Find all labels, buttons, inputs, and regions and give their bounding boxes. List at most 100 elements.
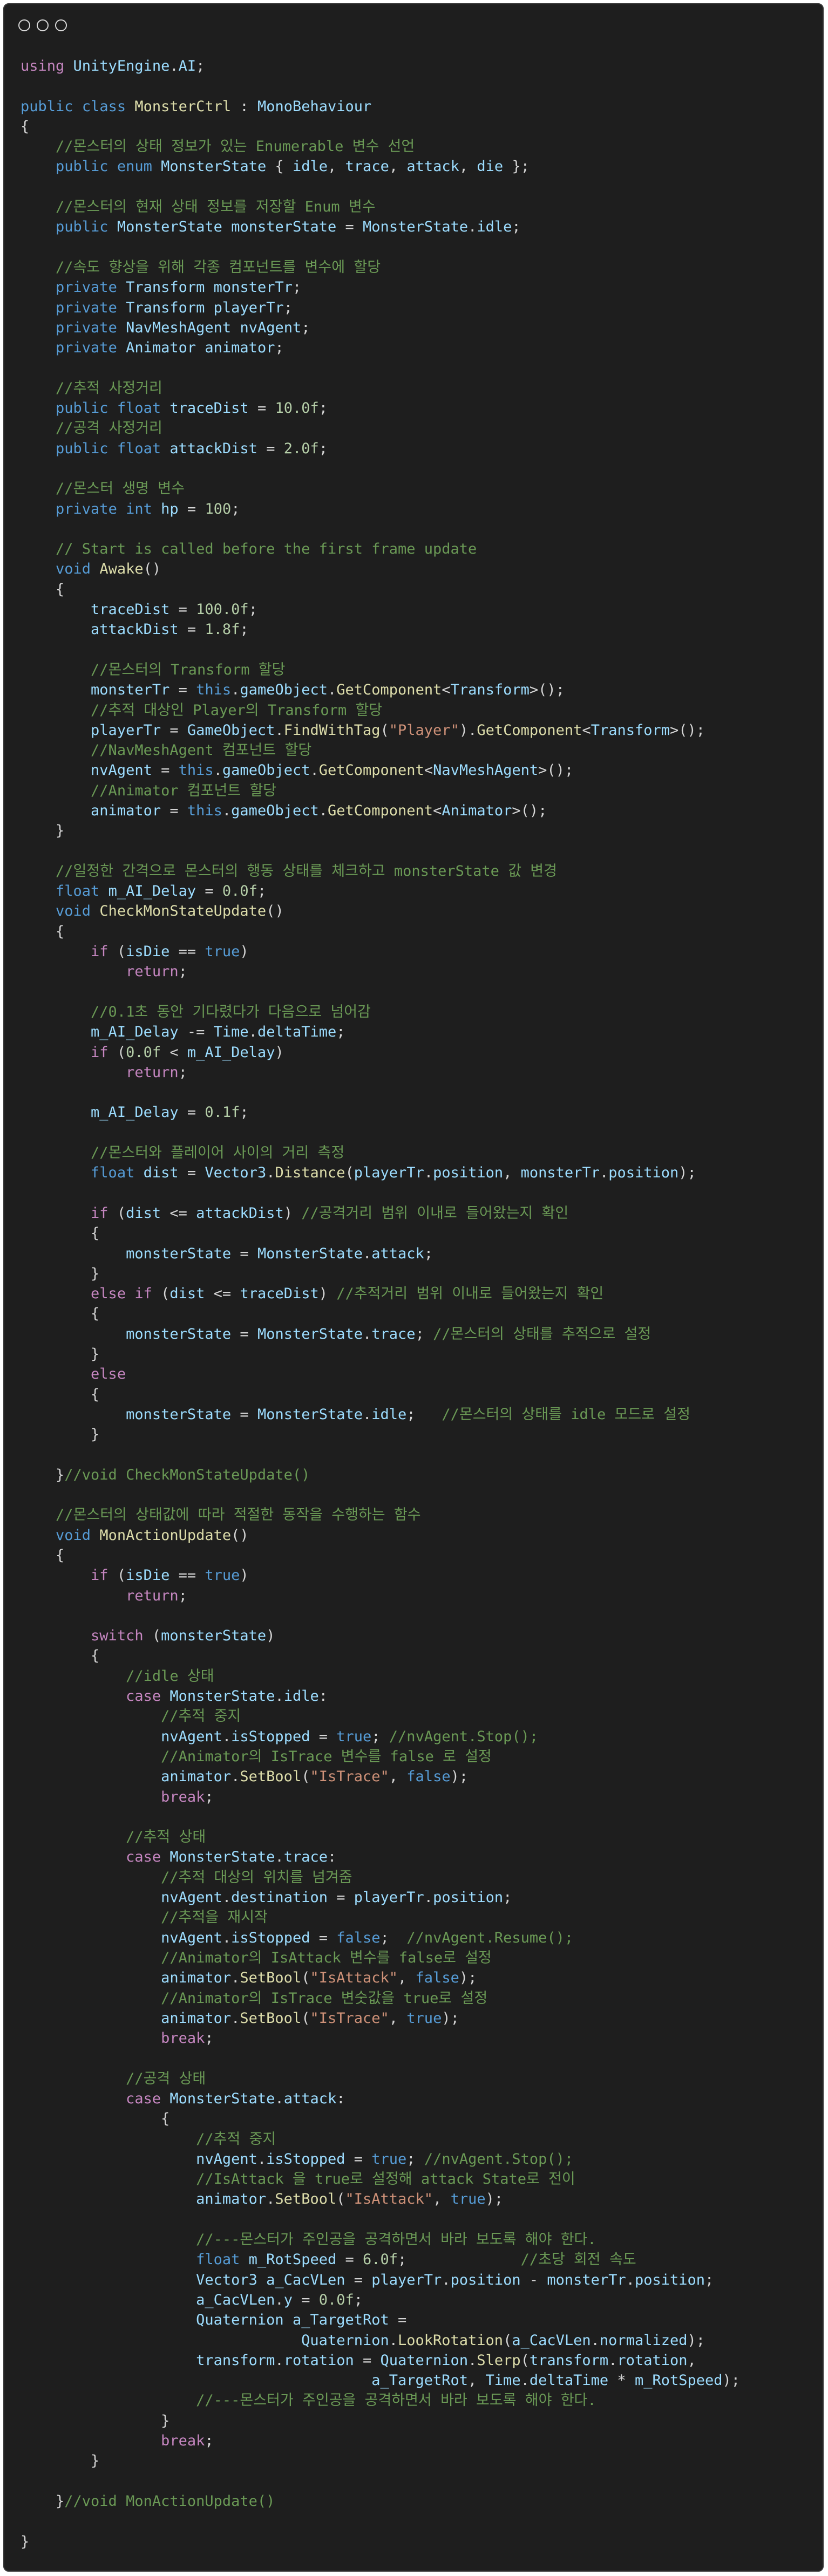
code-token-pln: , — [389, 2009, 407, 2027]
code-token-kw2: this — [187, 802, 222, 819]
code-token-kw2: true — [205, 1567, 240, 1584]
code-line: //---몬스터가 주인공을 공격하면서 바라 보도록 해야 한다. — [21, 2230, 740, 2250]
code-token-pln: } — [21, 2533, 30, 2550]
code-token-var: monsterTr — [213, 279, 293, 296]
code-token-pln: < — [442, 682, 451, 699]
code-token-com: //일정한 간격으로 몬스터의 행동 상태를 체크하고 monsterState… — [56, 862, 557, 880]
code-token-var: hp — [161, 500, 179, 517]
code-token-fn: Distance — [275, 1164, 345, 1182]
code-token-pln: = — [169, 601, 196, 618]
code-line: private NavMeshAgent nvAgent; — [21, 318, 740, 338]
code-line: animator = this.gameObject.GetComponent<… — [21, 801, 740, 821]
code-token-pln: ; — [503, 1889, 512, 1906]
code-token-fn: FindWithTag — [283, 721, 381, 739]
code-token-pln — [21, 662, 91, 678]
code-token-var: transform — [196, 2352, 275, 2369]
code-token-var: playerTr — [213, 299, 284, 316]
code-token-pln: { — [21, 118, 30, 135]
code-token-pln: = — [178, 1164, 205, 1182]
code-token-pln — [21, 2332, 301, 2349]
code-token-pln — [21, 682, 91, 698]
code-line: return; — [21, 1062, 740, 1082]
code-token-pln: . — [231, 1768, 240, 1786]
code-token-pln: . — [424, 1164, 433, 1182]
window-minimize-icon[interactable] — [37, 19, 49, 31]
code-line: //추적 사정거리 — [21, 378, 740, 398]
code-line: { — [21, 922, 740, 942]
code-token-kw: return — [126, 963, 179, 980]
window-maximize-icon[interactable] — [55, 19, 67, 31]
code-token-kw2: this — [178, 762, 214, 779]
code-token-pln: . — [169, 58, 179, 74]
code-token-pln — [21, 883, 56, 899]
code-token-pln: ; — [336, 1024, 345, 1041]
code-token-str: "IsTrace" — [310, 1768, 389, 1786]
code-token-pln: , — [433, 2191, 451, 2208]
code-token-kw2: public — [56, 219, 108, 236]
code-block: using UnityEngine.AI; public class Monst… — [21, 56, 740, 2552]
code-token-pln: . — [222, 802, 232, 819]
code-token-pln — [21, 2292, 196, 2308]
code-token-pln: : — [336, 2090, 345, 2107]
code-token-pln: ; — [406, 2150, 424, 2168]
code-token-com: //IsAttack 을 true로 설정해 attack State로 전이 — [196, 2171, 575, 2188]
code-token-pln — [108, 158, 117, 175]
code-token-kw2: public — [56, 400, 108, 417]
code-line: if (isDie == true) — [21, 1565, 740, 1585]
code-token-pln: . — [275, 1688, 284, 1705]
code-line: public class MonsterCtrl : MonoBehaviour — [21, 97, 740, 117]
code-token-pln — [91, 561, 99, 577]
code-token-pln — [64, 58, 73, 74]
code-token-pln: . — [231, 682, 240, 699]
code-token-pln: <= — [205, 1285, 240, 1303]
code-token-var: animator — [161, 2009, 232, 2027]
code-line: //공격 상태 — [21, 2069, 740, 2089]
code-line: { — [21, 1223, 740, 1243]
code-token-kw2: true — [406, 2009, 442, 2027]
code-token-fn: Awake — [99, 561, 144, 578]
code-token-var: animator — [161, 1970, 232, 1987]
code-line: case MonsterState.attack: — [21, 2089, 740, 2109]
code-token-pln: { — [21, 1546, 65, 1564]
code-line: private int hp = 100; — [21, 499, 740, 519]
code-token-pln — [161, 440, 169, 457]
code-token-kw2: false — [415, 1970, 459, 1987]
code-token-kw: return — [126, 1064, 179, 1081]
code-token-var: isDie — [126, 1567, 170, 1584]
code-token-kw2: void — [56, 1526, 91, 1544]
code-token-pln: ( — [520, 2352, 530, 2369]
code-token-pln: . — [222, 1929, 232, 1946]
code-token-com: //0.1초 동안 기다렸다가 다음으로 넘어감 — [91, 1003, 371, 1020]
code-line: } — [21, 2411, 740, 2431]
code-line: //IsAttack 을 true로 설정해 attack State로 전이 — [21, 2169, 740, 2189]
code-token-var: MonsterState — [363, 219, 469, 236]
code-line: nvAgent = this.gameObject.GetComponent<N… — [21, 760, 740, 780]
code-token-pln: >(); — [512, 802, 547, 819]
code-token-pln — [21, 440, 56, 457]
code-token-pln: , — [503, 1164, 521, 1182]
code-line: void CheckMonStateUpdate() — [21, 901, 740, 921]
code-token-pln: . — [213, 762, 222, 779]
code-token-fn: SetBool — [240, 1768, 302, 1786]
window-close-icon[interactable] — [18, 19, 30, 31]
code-token-pln: } — [21, 2492, 65, 2510]
code-token-pln: ( — [143, 1627, 161, 1645]
code-token-var: a_CacVLen — [196, 2291, 275, 2308]
code-line: //추적 대상의 위치를 넘겨줌 — [21, 1868, 740, 1887]
code-line: }//void CheckMonStateUpdate() — [21, 1465, 740, 1485]
code-token-kw: switch — [91, 1627, 144, 1645]
code-token-com: //몬스터의 Transform 할당 — [91, 661, 286, 678]
code-line: monsterTr = this.gameObject.GetComponent… — [21, 680, 740, 700]
code-token-fn: SetBool — [240, 2009, 302, 2027]
code-line: //Animator의 IsTrace 변숫값을 true로 설정 — [21, 1988, 740, 2008]
code-token-pln: , — [468, 2372, 486, 2389]
code-token-var: deltaTime — [529, 2372, 609, 2389]
code-line: }//void MonActionUpdate() — [21, 2491, 740, 2511]
code-token-pln: ; — [354, 2291, 363, 2308]
code-line: //---몬스터가 주인공을 공격하면서 바라 보도록 해야 한다. — [21, 2390, 740, 2410]
